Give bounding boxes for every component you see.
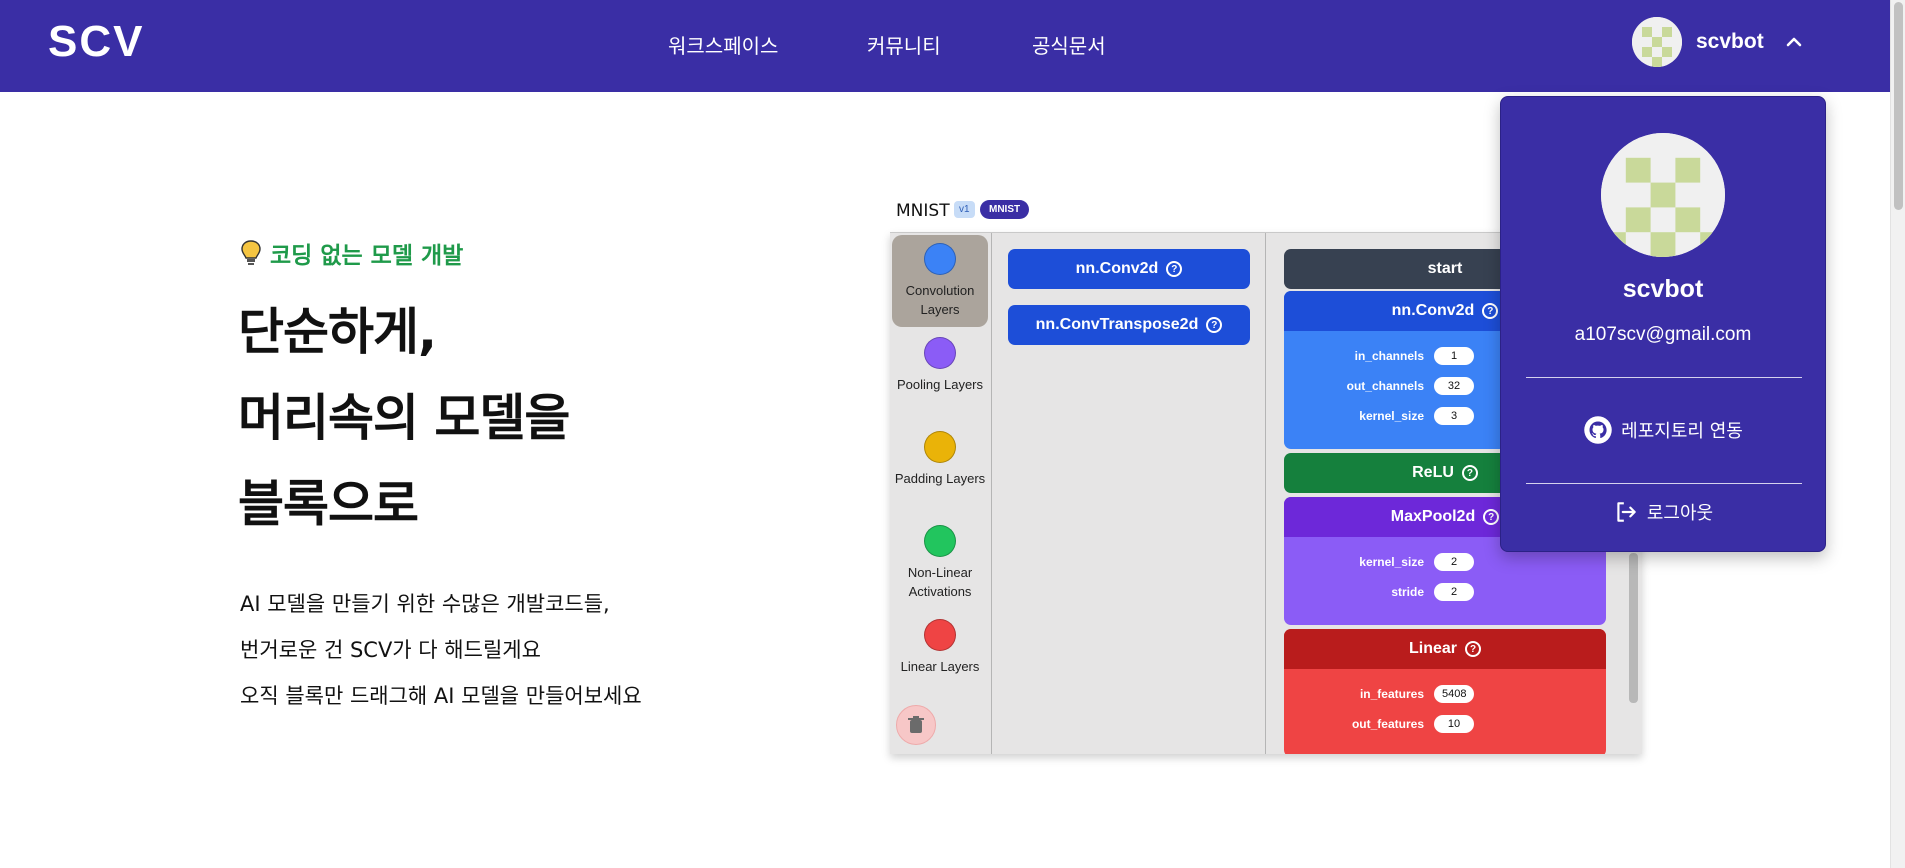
canvas-scrollbar-thumb[interactable] — [1629, 553, 1638, 703]
param-name: out_features — [1351, 717, 1424, 731]
version-badge: v1 — [954, 201, 975, 218]
param-value-input[interactable]: 3 — [1434, 407, 1474, 425]
user-dropdown-menu: scvbot a107scv@gmail.com 레포지토리 연동 로그아웃 — [1500, 96, 1826, 552]
param-name: in_features — [1359, 687, 1424, 701]
divider — [1526, 377, 1802, 378]
block-title: MaxPool2d — [1390, 508, 1476, 525]
hero-title-line-3: 블록으로 — [238, 475, 419, 533]
hero-tagline: 코딩 없는 모델 개발 — [240, 236, 463, 270]
avatar — [1632, 17, 1682, 67]
help-icon[interactable]: ? — [1461, 465, 1478, 481]
category-pooling[interactable]: Pooling Layers — [892, 329, 988, 421]
page-scrollbar[interactable] — [1890, 0, 1905, 868]
hero-title-line-1: 단순하게, — [238, 303, 437, 361]
canvas-block-linear[interactable]: Linear ? in_features 5408 out_features 10 — [1284, 629, 1606, 754]
param-row: stride 2 — [1284, 577, 1606, 607]
hero-description-line-1: AI 모델을 만들기 위한 수많은 개발코드들, — [240, 592, 610, 616]
category-label: Non-Linear Activations — [907, 565, 973, 599]
github-icon — [1584, 416, 1612, 444]
param-value-input[interactable]: 1 — [1434, 347, 1474, 365]
param-value-input[interactable]: 2 — [1434, 583, 1474, 601]
category-label: Convolution Layers — [905, 283, 975, 317]
param-value-input[interactable]: 5408 — [1434, 685, 1475, 703]
identicon-icon — [1632, 17, 1682, 67]
category-dot-icon — [924, 619, 956, 651]
help-icon[interactable]: ? — [1465, 641, 1481, 657]
block-title: ReLU — [1412, 464, 1454, 481]
avatar — [1601, 133, 1725, 257]
category-dot-icon — [924, 337, 956, 369]
block-label: nn.Conv2d — [1075, 260, 1159, 277]
hero-title-line-2: 머리속의 모델을 — [238, 389, 570, 447]
nav-workspace[interactable]: 워크스페이스 — [668, 30, 778, 59]
category-dot-icon — [924, 525, 956, 557]
param-name: out_channels — [1346, 379, 1424, 393]
repo-link-button[interactable]: 레포지토리 연동 — [1501, 415, 1825, 445]
logo-text: SCV — [48, 20, 144, 62]
trash-icon — [908, 716, 924, 733]
param-value-input[interactable]: 32 — [1434, 377, 1474, 395]
tagline-text: 코딩 없는 모델 개발 — [270, 243, 464, 269]
help-icon[interactable]: ? — [1483, 509, 1500, 525]
category-label: Padding Layers — [894, 471, 986, 486]
user-menu-trigger[interactable]: scvbot — [1632, 17, 1804, 67]
category-padding[interactable]: Padding Layers — [892, 423, 988, 515]
help-icon[interactable]: ? — [1206, 317, 1223, 333]
nav-docs[interactable]: 공식문서 — [1032, 30, 1106, 59]
param-value-input[interactable]: 2 — [1434, 553, 1474, 571]
editor-project-title: MNIST — [896, 201, 950, 221]
param-row: in_features 5408 — [1284, 679, 1606, 709]
repo-link-label: 레포지토리 연동 — [1621, 421, 1743, 442]
trash-button[interactable] — [896, 705, 936, 745]
scv-logo[interactable]: SCV — [48, 20, 174, 62]
logout-label: 로그아웃 — [1646, 503, 1714, 524]
param-value-input[interactable]: 10 — [1434, 715, 1474, 733]
param-name: stride — [1391, 585, 1424, 599]
block-title: Linear — [1408, 640, 1457, 657]
category-convolution[interactable]: Convolution Layers — [892, 235, 988, 327]
block-palette: nn.Conv2d ? nn.ConvTranspose2d ? — [992, 233, 1266, 754]
help-icon[interactable]: ? — [1482, 303, 1499, 319]
dataset-badge: MNIST — [980, 200, 1030, 219]
param-name: kernel_size — [1359, 555, 1424, 569]
divider — [1526, 483, 1802, 484]
block-label: nn.ConvTranspose2d — [1035, 316, 1199, 333]
palette-block-convtranspose2d[interactable]: nn.ConvTranspose2d ? — [1008, 305, 1250, 345]
identicon-icon — [1601, 133, 1725, 257]
help-icon[interactable]: ? — [1166, 261, 1183, 277]
dropdown-username: scvbot — [1622, 275, 1704, 303]
category-non-linear[interactable]: Non-Linear Activations — [892, 517, 988, 609]
category-dot-icon — [924, 243, 956, 275]
block-title: nn.Conv2d — [1391, 302, 1475, 319]
hero-description-line-2: 번거로운 건 SCV가 다 해드릴게요 — [240, 638, 541, 662]
header-username: scvbot — [1696, 30, 1764, 53]
page-scrollbar-thumb[interactable] — [1894, 2, 1903, 210]
logout-icon — [1617, 502, 1636, 522]
param-name: kernel_size — [1359, 409, 1424, 423]
palette-block-conv2d[interactable]: nn.Conv2d ? — [1008, 249, 1250, 289]
dropdown-email: a107scv@gmail.com — [1574, 324, 1752, 345]
category-sidebar: Convolution Layers Pooling Layers Paddin… — [890, 233, 992, 754]
block-header: Linear ? — [1284, 629, 1606, 669]
hero-description-line-3: 오직 블록만 드래그해 AI 모델을 만들어보세요 — [240, 684, 642, 708]
category-label: Linear Layers — [900, 659, 980, 674]
nav-community[interactable]: 커뮤니티 — [867, 30, 941, 59]
category-label: Pooling Layers — [897, 377, 983, 392]
top-navbar: SCV 워크스페이스 커뮤니티 공식문서 scvbot — [0, 0, 1890, 92]
category-linear[interactable]: Linear Layers — [892, 611, 988, 703]
param-name: in_channels — [1354, 349, 1424, 363]
category-dot-icon — [924, 431, 956, 463]
lightbulb-icon — [241, 240, 261, 265]
block-title: start — [1427, 260, 1463, 277]
param-row: out_features 10 — [1284, 709, 1606, 739]
logout-button[interactable]: 로그아웃 — [1501, 499, 1825, 525]
chevron-up-icon[interactable] — [1784, 32, 1804, 52]
